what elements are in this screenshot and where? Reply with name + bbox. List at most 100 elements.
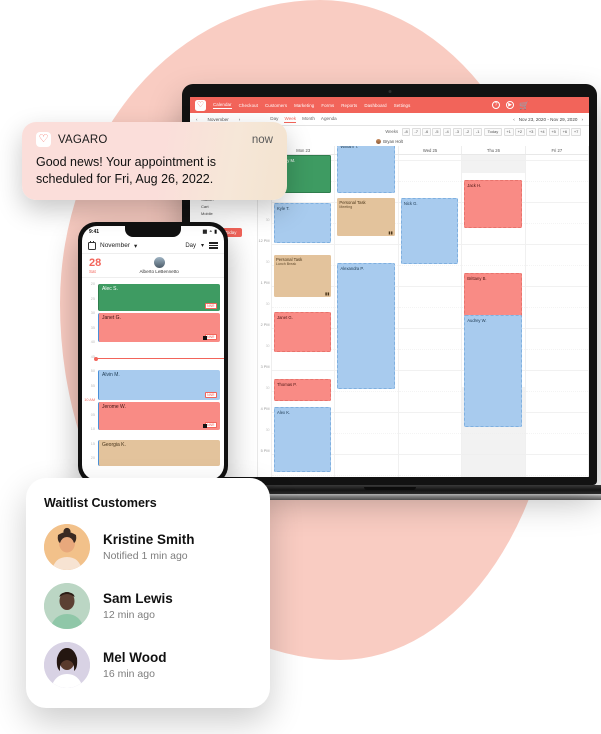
week-offset-minus6[interactable]: -6: [422, 127, 431, 136]
sidebar-source-mobile[interactable]: Mobile: [194, 210, 253, 217]
month-prev-icon[interactable]: ‹: [196, 117, 198, 122]
appointment-note-icon: [203, 424, 207, 428]
calendar-appointment[interactable]: William T.: [337, 146, 395, 193]
grid-line: [525, 349, 589, 350]
caret-down-icon[interactable]: ▾: [201, 242, 204, 249]
day-header-fri[interactable]: Fri 27: [526, 146, 589, 154]
list-item[interactable]: Kristine Smith Notified 1 min ago: [44, 524, 252, 570]
nav-item-reports[interactable]: Reports: [341, 103, 357, 108]
push-notification-card[interactable]: ♡ VAGARO now Good news! Your appointment…: [22, 122, 287, 200]
nav-item-customers[interactable]: Customers: [265, 103, 287, 108]
day-header-wed[interactable]: Wed 25: [399, 146, 463, 154]
calendar-appointment[interactable]: Alexandra P.: [337, 263, 395, 389]
week-offset-plus3[interactable]: +3: [526, 127, 536, 136]
nav-item-settings[interactable]: Settings: [394, 103, 411, 108]
phone-time-label: 50: [90, 369, 95, 373]
day-column-mon[interactable]: Tiffany M.Kyle T.Personal TaskLunch Brea…: [272, 155, 336, 477]
phone-appointment[interactable]: Alvin M. NNR: [98, 370, 220, 400]
day-column-thu[interactable]: Jack H. Brittany B. Audrey W.: [462, 155, 526, 477]
range-prev-icon[interactable]: ‹: [513, 117, 515, 122]
phone-appointment[interactable]: Alec S. NNR: [98, 284, 220, 311]
grid-line: [398, 286, 462, 287]
calendar-appointment[interactable]: Personal Task Lunch Break ▮▮: [274, 255, 332, 297]
month-selector[interactable]: ‹ November ›: [196, 117, 240, 122]
day-header-thu[interactable]: Thu 26: [462, 146, 526, 154]
grid-line: [398, 412, 462, 413]
range-next-icon[interactable]: ›: [581, 117, 583, 122]
calendar-icon[interactable]: [88, 241, 96, 250]
week-offset-minus2[interactable]: -2: [463, 127, 472, 136]
calendar-column-headers: Mon 23 Tue 24 Wed 25 Thu 26 Fri 27: [258, 146, 589, 155]
calendar-appointment[interactable]: Personal Task Meeting ▮▮: [337, 198, 395, 236]
phone-appointment[interactable]: Jerome W. NNR: [98, 402, 220, 430]
phone-selected-date[interactable]: 28 Sat: [89, 257, 101, 274]
week-offset-minus8[interactable]: -8: [401, 127, 411, 136]
day-column-fri[interactable]: [525, 155, 589, 477]
list-item[interactable]: Sam Lewis 12 min ago: [44, 583, 252, 629]
grid-line: [398, 160, 462, 161]
phone-time-label: 05: [90, 412, 95, 417]
status-indicators: ▩ ◓ ▮: [202, 229, 217, 235]
day-column-tue[interactable]: William T. Personal Task Meeting ▮▮ Alexandr…: [335, 146, 399, 477]
view-agenda[interactable]: Agenda: [321, 116, 337, 123]
week-offset-minus5[interactable]: -5: [432, 127, 442, 136]
week-offset-plus6[interactable]: +6: [560, 127, 570, 136]
appointment-title: Kyle T.: [277, 206, 290, 211]
phone-appointment[interactable]: Georgia K.: [98, 440, 220, 466]
view-switcher: Day Week Month Agenda: [270, 116, 337, 123]
view-week[interactable]: Week: [284, 116, 297, 123]
today-button[interactable]: Today: [483, 127, 503, 136]
nav-item-checkout[interactable]: Checkout: [239, 103, 258, 108]
grid-line: [525, 223, 589, 224]
week-offset-plus4[interactable]: +4: [537, 127, 548, 136]
calendar-appointment[interactable]: Jack H.: [464, 180, 522, 228]
caret-down-icon[interactable]: ▾: [134, 242, 137, 250]
week-offset-minus7[interactable]: -7: [411, 127, 421, 136]
calendar-time-grid[interactable]: 10 AM3011 AM3012 PM301 PM302 PM303 PM304…: [258, 146, 589, 477]
time-label: 1 PM: [260, 281, 270, 285]
phone-view-label[interactable]: Day: [185, 243, 196, 249]
calendar-appointment[interactable]: Kyle T.: [274, 203, 332, 243]
view-month[interactable]: Month: [302, 116, 315, 123]
help-circle-icon[interactable]: ?: [492, 101, 500, 109]
appointment-title: Alexandra P.: [340, 266, 364, 271]
grid-line: [272, 475, 335, 476]
grid-line: [398, 265, 462, 266]
week-offset-plus1[interactable]: +1: [503, 127, 514, 136]
calendar-appointment[interactable]: Thomas P.: [274, 379, 332, 401]
grid-line: [398, 433, 462, 434]
phone-employee[interactable]: Alberto LeBennetto: [101, 257, 217, 274]
week-offset-minus1[interactable]: -1: [473, 127, 483, 136]
phone-month-label[interactable]: November: [100, 242, 130, 249]
calendar-appointment[interactable]: Nick G.: [400, 198, 459, 264]
nav-item-marketing[interactable]: Marketing: [294, 103, 314, 108]
phone-time-label: 20: [90, 282, 95, 286]
cart-icon[interactable]: 🛒: [519, 101, 529, 110]
day-column-wed[interactable]: Nick G.: [398, 155, 463, 477]
hamburger-menu-icon[interactable]: [209, 242, 218, 249]
time-label: 30: [265, 260, 270, 264]
nav-item-dashboard[interactable]: Dashboard: [364, 103, 386, 108]
sidebar-source-cart[interactable]: Cart: [194, 203, 253, 210]
avatar-photo-icon: [44, 524, 90, 570]
list-item[interactable]: Mel Wood 16 min ago: [44, 642, 252, 688]
phone-time-label: 10 AM: [84, 398, 95, 402]
phone-time-label: 25: [90, 296, 95, 301]
nav-item-calendar[interactable]: Calendar: [213, 102, 232, 109]
week-offset-plus5[interactable]: +5: [548, 127, 559, 136]
week-offset-minus4[interactable]: -4: [442, 127, 452, 136]
week-offset-plus2[interactable]: +2: [515, 127, 525, 136]
calendar-appointment[interactable]: Janet G.: [274, 312, 332, 352]
month-next-icon[interactable]: ›: [239, 117, 241, 122]
appointment-subtitle: Lunch Break: [276, 262, 297, 267]
grid-line: [335, 454, 398, 455]
laptop-camera-icon: [388, 90, 391, 93]
calendar-appointment[interactable]: Audrey W.: [464, 315, 522, 427]
nav-item-forms[interactable]: Forms: [321, 103, 334, 108]
week-offset-plus7[interactable]: +7: [571, 127, 581, 136]
play-circle-icon[interactable]: ▶: [506, 101, 514, 109]
calendar-appointment[interactable]: Alex K.: [274, 407, 332, 472]
week-offset-minus3[interactable]: -3: [452, 127, 462, 136]
phone-appointment[interactable]: Janet G. NNR: [98, 313, 220, 342]
phone-schedule[interactable]: 20 25 30 35 40 45 50 55 10 AM 05 10 15 20 Alec S. NNR J…: [82, 278, 224, 468]
